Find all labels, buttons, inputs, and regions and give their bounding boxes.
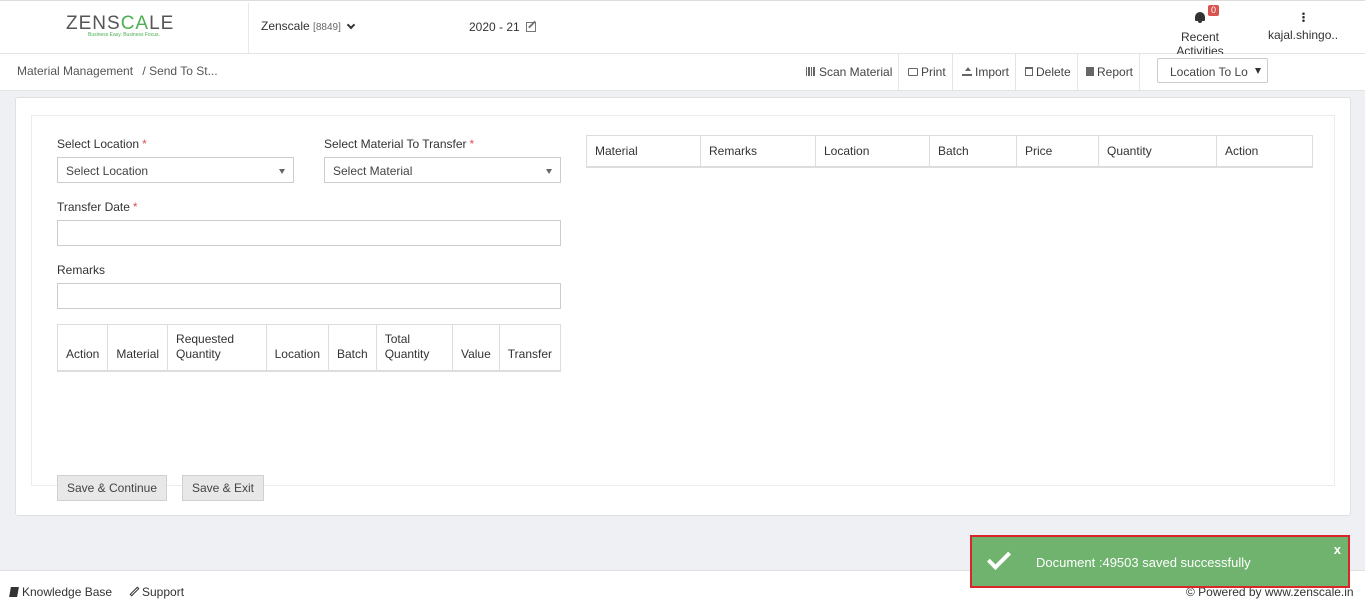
import-button[interactable]: Import: [956, 54, 1017, 91]
select-location-placeholder: Select Location: [66, 164, 149, 178]
breadcrumb-current: / Send To St...: [142, 64, 218, 78]
report-label: Report: [1097, 65, 1134, 79]
caret-down-icon: [279, 169, 285, 174]
knowledge-base-label: Knowledge Base: [22, 585, 113, 599]
report-button[interactable]: Report: [1080, 54, 1141, 91]
print-button[interactable]: Print: [902, 54, 953, 91]
scan-material-button[interactable]: Scan Material: [800, 54, 900, 91]
column-header: Material: [586, 135, 701, 168]
user-menu[interactable]: kajal.shingo..: [1268, 9, 1338, 42]
remarks-input[interactable]: [57, 283, 561, 309]
select-location-dropdown[interactable]: Select Location: [57, 157, 294, 183]
column-header: Requested Quantity: [167, 324, 267, 372]
knowledge-base-link[interactable]: Knowledge Base: [9, 585, 113, 599]
select-material-placeholder: Select Material: [333, 164, 413, 178]
close-icon[interactable]: x: [1334, 542, 1341, 557]
remarks-label: Remarks: [57, 263, 106, 277]
column-header: Batch: [929, 135, 1017, 168]
transfer-date-input[interactable]: [57, 220, 561, 246]
save-exit-button[interactable]: Save & Exit: [182, 475, 264, 501]
required-mark: *: [142, 137, 147, 151]
edit-icon[interactable]: [526, 22, 537, 32]
breadcrumb: Material Management / Send To St...: [17, 64, 218, 78]
zenscale-logo[interactable]: ZENSCALE Business Easy. Business Focus.: [66, 13, 184, 39]
fiscal-year-selector[interactable]: 2020 - 21: [469, 20, 537, 34]
print-label: Print: [921, 65, 946, 79]
more-vertical-icon: [1301, 12, 1305, 22]
print-icon: [908, 68, 918, 76]
required-mark: *: [469, 137, 475, 151]
support-link[interactable]: Support: [129, 585, 185, 599]
caret-down-icon: [546, 169, 552, 174]
barcode-icon: [806, 67, 816, 76]
column-header: Transfer: [499, 324, 561, 372]
select-material-dropdown[interactable]: Select Material: [324, 157, 561, 183]
column-header: Price: [1016, 135, 1099, 168]
column-header: Total Quantity: [376, 324, 453, 372]
select-material-label: Select Material To Transfer *: [324, 137, 475, 151]
column-header: Action: [57, 324, 109, 372]
column-header: Remarks: [700, 135, 816, 168]
transfer-date-label: Transfer Date *: [57, 200, 138, 214]
location-filter-value: Location To Lo: [1170, 65, 1248, 79]
success-toast: Document :49503 saved successfully x: [970, 535, 1350, 588]
required-mark: *: [132, 200, 138, 214]
check-icon: [986, 545, 1012, 571]
pencil-icon: [129, 586, 140, 597]
company-name: Zenscale: [261, 19, 310, 33]
user-name: kajal.shingo..: [1268, 28, 1339, 42]
column-header: Value: [452, 324, 500, 372]
column-header: Batch: [328, 324, 377, 372]
top-header: ZENSCALE Business Easy. Business Focus. …: [0, 0, 1365, 58]
column-header: Location: [815, 135, 930, 168]
recent-activities[interactable]: 0 Recent Activities: [1157, 5, 1243, 58]
book-icon: [9, 587, 19, 597]
breadcrumb-root[interactable]: Material Management: [17, 64, 133, 78]
delete-button[interactable]: Delete: [1019, 54, 1078, 91]
table-header-row: Material Remarks Location Batch Price Qu…: [586, 135, 1313, 168]
fiscal-year: 2020 - 21: [469, 20, 520, 34]
notification-badge: 0: [1208, 5, 1220, 16]
save-continue-button[interactable]: Save & Continue: [57, 475, 167, 501]
transfer-items-table: Action Material Requested Quantity Locat…: [57, 324, 561, 372]
logo-tagline: Business Easy. Business Focus.: [88, 32, 160, 38]
bell-icon: [1195, 12, 1205, 23]
column-header: Action: [1216, 135, 1313, 168]
support-label: Support: [142, 585, 185, 599]
header-divider: [248, 3, 249, 53]
file-icon: [1086, 67, 1094, 76]
import-label: Import: [975, 65, 1010, 79]
table-header-row: Action Material Requested Quantity Locat…: [57, 324, 561, 372]
page-toolbar: Material Management / Send To St... Scan…: [0, 54, 1365, 91]
select-location-label: Select Location *: [57, 137, 147, 151]
company-selector[interactable]: Zenscale [8849]: [261, 19, 356, 33]
toast-message: Document :49503 saved successfully: [1036, 555, 1251, 570]
upload-icon: [962, 67, 972, 76]
caret-down-icon: [1255, 68, 1261, 74]
chevron-down-icon: [346, 20, 356, 30]
column-header: Material: [107, 324, 169, 372]
column-header: Quantity: [1098, 135, 1217, 168]
delete-label: Delete: [1036, 65, 1071, 79]
location-filter-select[interactable]: Location To Lo: [1157, 58, 1268, 83]
trash-icon: [1025, 67, 1033, 76]
scan-material-label: Scan Material: [819, 65, 893, 79]
material-list-table: Material Remarks Location Batch Price Qu…: [586, 135, 1313, 168]
company-code: [8849]: [313, 22, 341, 33]
column-header: Location: [266, 324, 330, 372]
